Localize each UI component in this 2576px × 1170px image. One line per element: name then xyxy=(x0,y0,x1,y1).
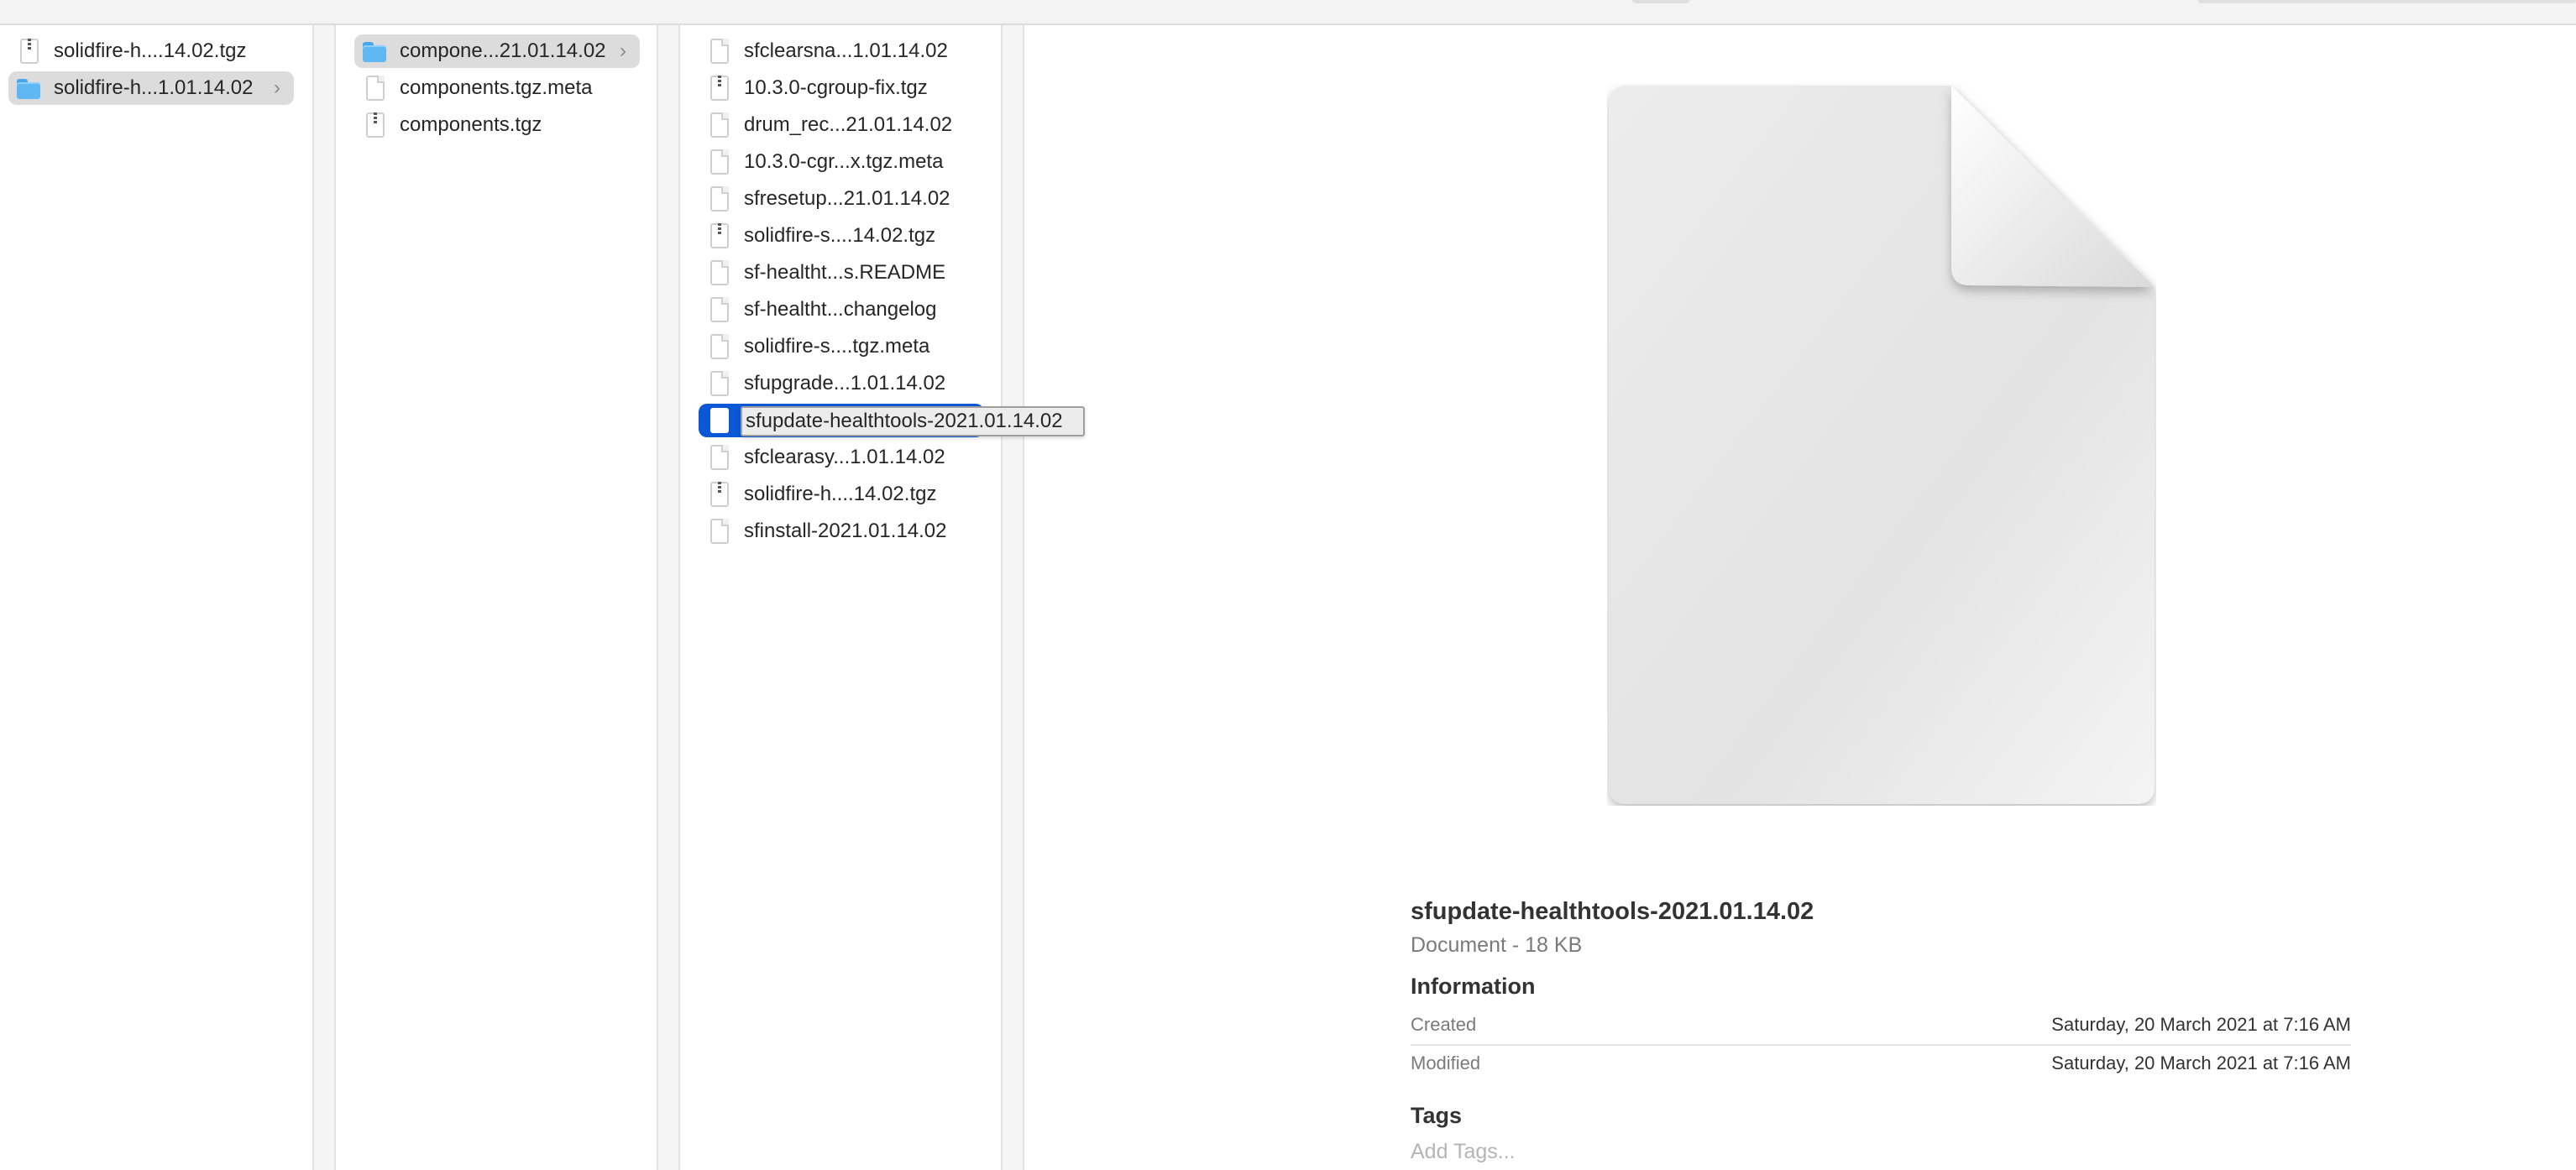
file-name: sf-healtht...changelog xyxy=(744,298,937,321)
toolbar-segment[interactable] xyxy=(1632,0,1689,3)
list-item[interactable]: solidfire-h....14.02.tgz xyxy=(8,34,294,68)
file-name: sf-healtht...s.README xyxy=(744,261,946,284)
add-tags-field[interactable]: Add Tags... xyxy=(1411,1140,1516,1164)
list-item[interactable]: components.tgz.meta xyxy=(354,71,640,105)
document-icon xyxy=(710,39,729,64)
document-icon xyxy=(710,371,729,396)
document-icon xyxy=(710,334,729,359)
document-icon xyxy=(710,112,729,138)
list-item[interactable]: solidfire-s....14.02.tgz xyxy=(699,219,984,253)
archive-icon xyxy=(710,223,729,248)
rename-text: sfupdate-healthtools-2021.01.14.02 xyxy=(746,410,1063,432)
list-item[interactable]: components.tgz xyxy=(354,108,640,142)
folder-icon xyxy=(363,42,386,62)
list-item[interactable]: solidfire-h....14.02.tgz xyxy=(699,478,984,511)
document-icon xyxy=(710,149,729,175)
file-name: solidfire-h....14.02.tgz xyxy=(54,39,247,62)
modified-label: Modified xyxy=(1411,1052,1481,1073)
document-icon xyxy=(710,186,729,212)
information-heading: Information xyxy=(1411,974,1536,999)
chevron-right-icon: › xyxy=(274,76,280,99)
modified-value: Saturday, 20 March 2021 at 7:16 AM xyxy=(2051,1052,2351,1073)
list-item[interactable]: sfclearasy...1.01.14.02 xyxy=(699,441,984,474)
list-item[interactable]: sfclearsna...1.01.14.02 xyxy=(699,34,984,68)
file-name: drum_rec...21.01.14.02 xyxy=(744,113,953,136)
file-name: solidfire-h....14.02.tgz xyxy=(744,483,937,505)
info-separator xyxy=(1411,1044,2351,1046)
toolbar-search-field[interactable] xyxy=(2198,0,2576,3)
window-toolbar xyxy=(0,0,2576,25)
preview-filename: sfupdate-healthtools-2021.01.14.02 xyxy=(1411,898,1814,925)
list-item[interactable]: sfresetup...21.01.14.02 xyxy=(699,182,984,216)
column-2: compone...21.01.14.02 › components.tgz.m… xyxy=(336,25,657,1170)
list-item[interactable]: drum_rec...21.01.14.02 xyxy=(699,108,984,142)
column-divider[interactable] xyxy=(312,25,336,1170)
file-name: solidfire-s....tgz.meta xyxy=(744,335,930,358)
list-item[interactable]: 10.3.0-cgroup-fix.tgz xyxy=(699,71,984,105)
file-name: sfclearasy...1.01.14.02 xyxy=(744,446,945,468)
file-name: components.tgz xyxy=(400,113,542,136)
archive-icon xyxy=(366,112,385,138)
list-item[interactable]: sf-healtht...changelog xyxy=(699,293,984,326)
tags-heading: Tags xyxy=(1411,1103,1463,1128)
file-name: sfinstall-2021.01.14.02 xyxy=(744,520,947,542)
list-item[interactable]: 10.3.0-cgr...x.tgz.meta xyxy=(699,145,984,179)
list-item[interactable]: sfupgrade...1.01.14.02 xyxy=(699,367,984,400)
list-item[interactable]: sfinstall-2021.01.14.02 xyxy=(699,514,984,548)
file-name: 10.3.0-cgroup-fix.tgz xyxy=(744,76,928,99)
file-name: sfresetup...21.01.14.02 xyxy=(744,187,950,210)
column-3: sfclearsna...1.01.14.02 10.3.0-cgroup-fi… xyxy=(680,25,1001,1170)
file-name: components.tgz.meta xyxy=(400,76,593,99)
document-icon xyxy=(710,260,729,285)
created-label: Created xyxy=(1411,1014,1477,1035)
rename-input[interactable]: sfupdate-healthtools-2021.01.14.02 xyxy=(741,406,1085,436)
archive-icon xyxy=(710,482,729,507)
document-icon xyxy=(710,408,729,433)
created-value: Saturday, 20 March 2021 at 7:16 AM xyxy=(2051,1014,2351,1035)
folder-name: solidfire-h...1.01.14.02 xyxy=(54,76,254,99)
archive-icon xyxy=(710,76,729,101)
file-name: 10.3.0-cgr...x.tgz.meta xyxy=(744,150,944,173)
file-name: sfclearsna...1.01.14.02 xyxy=(744,39,948,62)
list-item[interactable]: sf-healtht...s.README xyxy=(699,256,984,290)
chevron-right-icon: › xyxy=(620,39,626,62)
list-item[interactable]: solidfire-s....tgz.meta xyxy=(699,330,984,363)
list-item-selected-folder[interactable]: compone...21.01.14.02 › xyxy=(354,34,640,68)
file-name: sfupgrade...1.01.14.02 xyxy=(744,372,946,394)
column-divider[interactable] xyxy=(1001,25,1024,1170)
preview-kind: Document - 18 KB xyxy=(1411,933,1583,957)
column-1: solidfire-h....14.02.tgz solidfire-h...1… xyxy=(0,25,312,1170)
folder-icon xyxy=(17,79,40,99)
file-name: solidfire-s....14.02.tgz xyxy=(744,224,936,247)
document-icon xyxy=(366,76,385,101)
document-icon xyxy=(710,519,729,544)
list-item-selected-folder[interactable]: solidfire-h...1.01.14.02 › xyxy=(8,71,294,105)
document-icon xyxy=(710,297,729,322)
archive-icon xyxy=(20,39,39,64)
document-preview-icon xyxy=(1609,86,2155,804)
column-divider[interactable] xyxy=(657,25,680,1170)
folder-name: compone...21.01.14.02 xyxy=(400,39,606,62)
document-icon xyxy=(710,445,729,470)
